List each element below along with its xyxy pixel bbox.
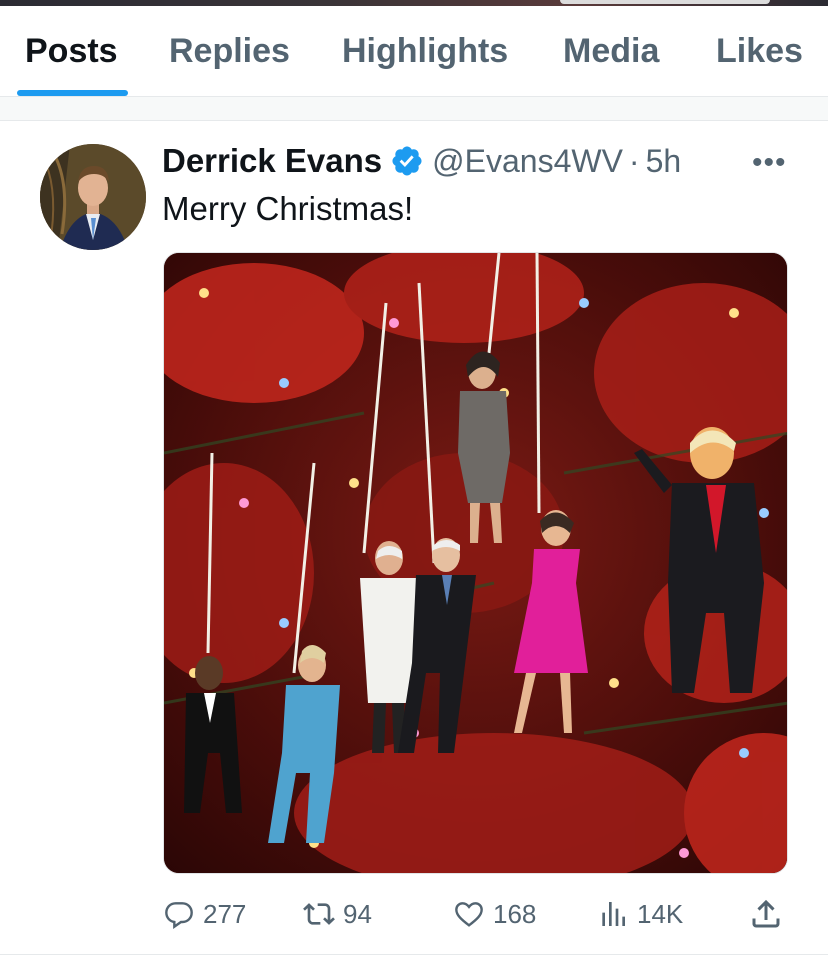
author-handle[interactable]: @Evans4WV: [432, 143, 623, 180]
repost-action[interactable]: 94: [303, 898, 372, 930]
more-options-icon[interactable]: •••: [752, 146, 787, 180]
like-action[interactable]: 168: [453, 898, 536, 930]
reply-icon: [165, 902, 193, 929]
profile-tabs: Posts Replies Highlights Media Likes: [0, 6, 828, 97]
avatar[interactable]: [40, 144, 146, 250]
author-name[interactable]: Derrick Evans: [162, 142, 382, 180]
christmas-tree-photo-icon: [164, 253, 787, 873]
section-divider: [0, 97, 828, 121]
reply-action[interactable]: 277: [163, 898, 246, 930]
status-bar-pill: [560, 0, 770, 4]
reply-count: 277: [203, 898, 247, 929]
tweet-text: Merry Christmas!: [162, 190, 414, 227]
repost-count: 94: [343, 898, 372, 929]
tweet-timestamp[interactable]: 5h: [646, 143, 682, 180]
like-count: 168: [493, 898, 537, 929]
heart-icon: [455, 902, 483, 927]
tab-media[interactable]: Media: [563, 32, 659, 71]
separator-dot: ·: [628, 142, 640, 179]
views-chart-icon: [602, 902, 625, 926]
tab-posts[interactable]: Posts: [25, 32, 118, 71]
tab-likes[interactable]: Likes: [716, 32, 803, 71]
repost-icon: [303, 903, 335, 925]
active-tab-indicator: [17, 90, 128, 96]
views-count: 14K: [637, 898, 684, 929]
views-action[interactable]: 14K: [597, 898, 683, 930]
verified-badge-icon: [390, 144, 424, 178]
tweet-bottom-divider: [0, 954, 828, 955]
tab-replies[interactable]: Replies: [169, 32, 290, 71]
tweet-actions: 277 94 168 14K: [0, 890, 828, 938]
share-icon[interactable]: [748, 896, 784, 932]
tweet-header: Derrick Evans @Evans4WV · 5h: [162, 140, 681, 182]
tab-highlights[interactable]: Highlights: [342, 32, 508, 71]
tweet-photo[interactable]: [163, 252, 788, 874]
